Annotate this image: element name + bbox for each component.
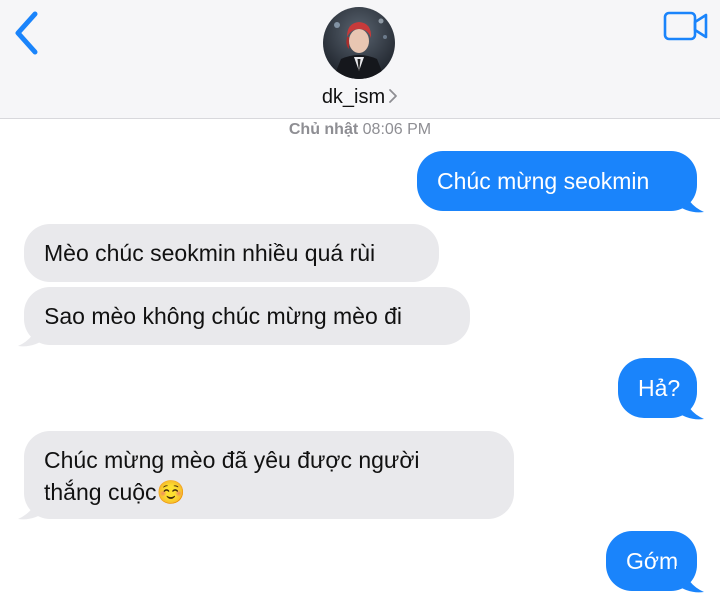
message-text: Gớm bbox=[626, 548, 679, 574]
received-message-bubble[interactable]: Mèo chúc seokmin nhiều quá rùi bbox=[24, 224, 439, 282]
back-button[interactable] bbox=[8, 8, 48, 56]
conversation-header: dk_ism bbox=[0, 0, 720, 119]
video-camera-icon bbox=[663, 11, 708, 41]
message-text: Sao mèo không chúc mừng mèo đi bbox=[44, 303, 403, 329]
message-text: Hả? bbox=[638, 375, 681, 401]
timestamp-time: 08:06 PM bbox=[362, 121, 432, 138]
contact-avatar[interactable] bbox=[323, 7, 395, 79]
message-text-line-1: Chúc mừng mèo đã yêu được người bbox=[44, 447, 420, 473]
message-text-line-2: thắng cuộc☺️ bbox=[44, 479, 186, 505]
video-call-button[interactable] bbox=[660, 10, 710, 42]
sent-message-bubble[interactable]: Gớm bbox=[606, 531, 697, 591]
received-message-bubble[interactable]: Sao mèo không chúc mừng mèo đi bbox=[24, 287, 470, 345]
chevron-left-icon bbox=[15, 11, 38, 55]
message-text: Chúc mừng seokmin bbox=[437, 168, 650, 194]
chevron-right-icon bbox=[389, 89, 398, 104]
received-message-bubble[interactable]: Chúc mừng mèo đã yêu được người thắng cu… bbox=[24, 431, 514, 519]
contact-name-button[interactable]: dk_ism bbox=[0, 86, 720, 109]
message-text: Mèo chúc seokmin nhiều quá rùi bbox=[44, 240, 376, 266]
sent-message-bubble[interactable]: Hả? bbox=[618, 358, 697, 418]
timestamp-day: Chủ nhật bbox=[288, 121, 359, 138]
sent-message-bubble[interactable]: Chúc mừng seokmin bbox=[417, 151, 697, 211]
contact-name: dk_ism bbox=[321, 86, 386, 108]
conversation-timestamp: Chủ nhật 08:06 PM bbox=[0, 121, 720, 139]
